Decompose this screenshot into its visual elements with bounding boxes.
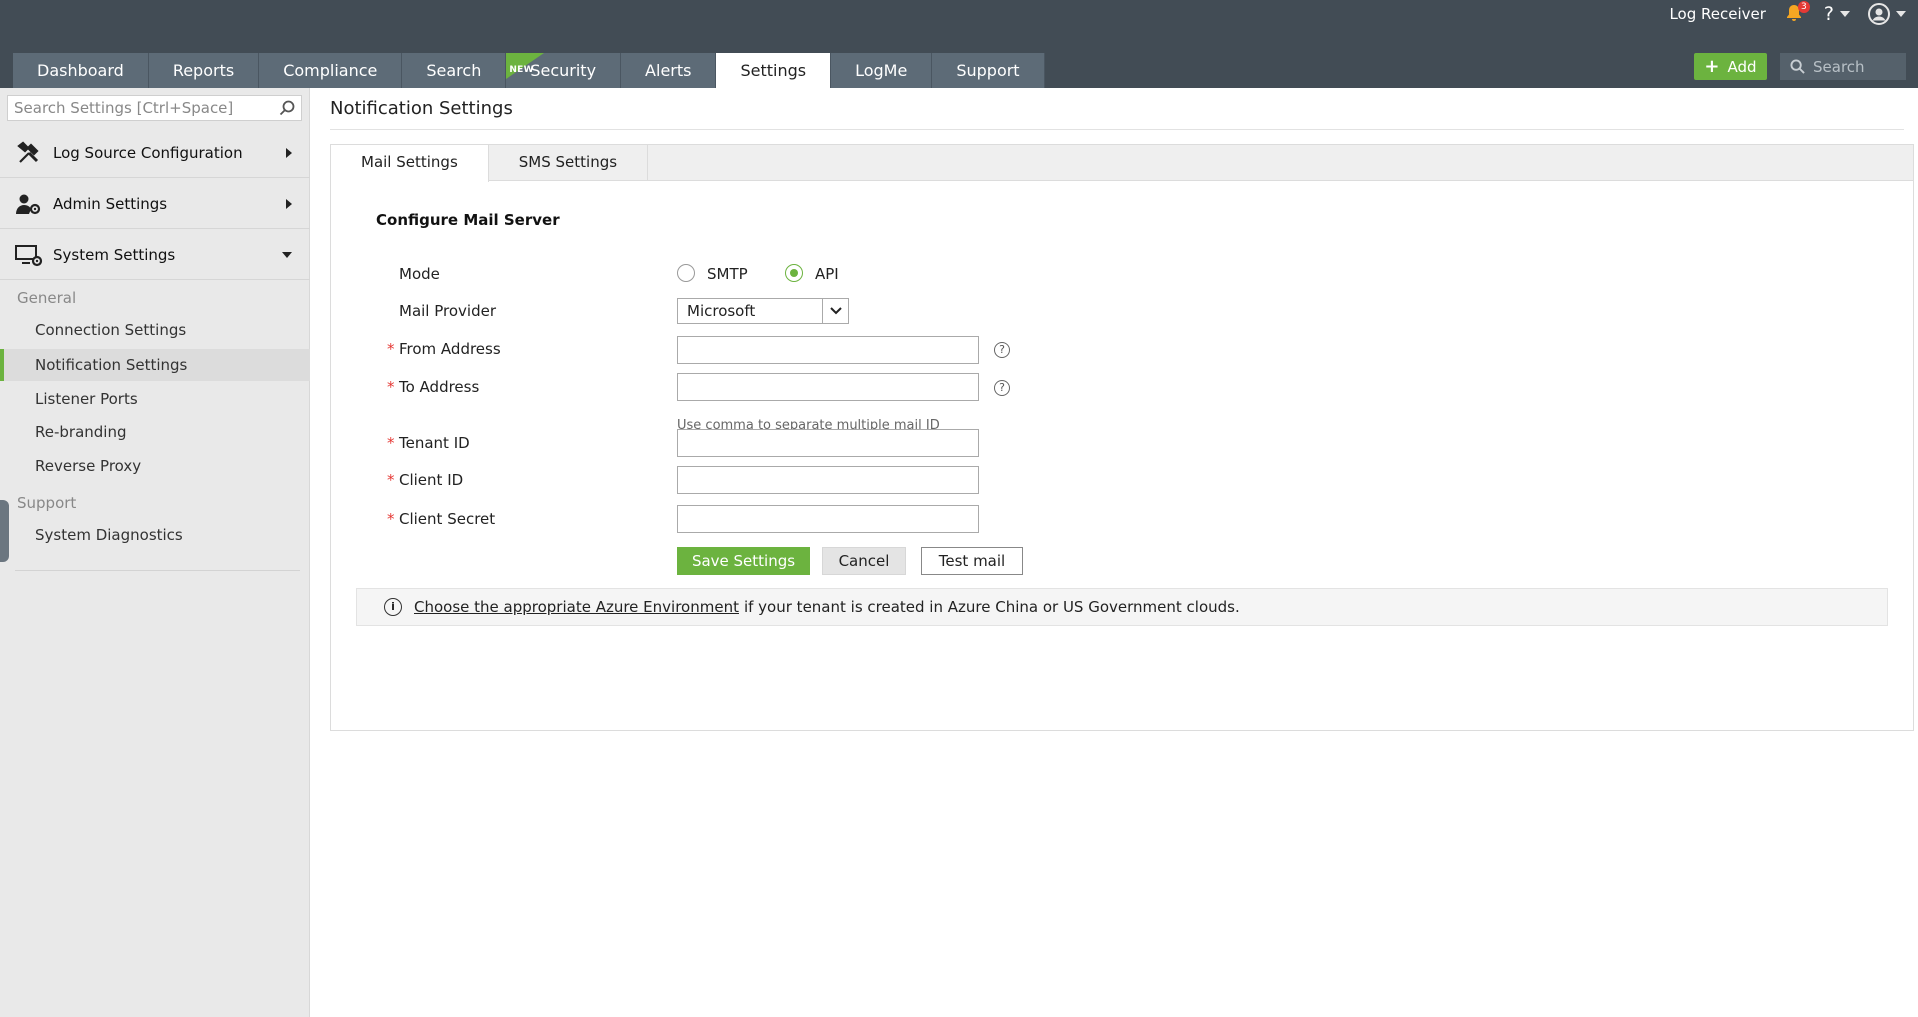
user-toolbar: Log Receiver 3 ?	[1669, 0, 1906, 28]
client-id-label: * Client ID	[387, 471, 464, 489]
chevron-down-icon	[1840, 11, 1850, 17]
question-circle-icon[interactable]: ?	[994, 342, 1010, 358]
sidebar-collapse-handle[interactable]	[0, 500, 9, 562]
global-search-placeholder: Search	[1813, 57, 1865, 76]
tab-compliance[interactable]: Compliance	[259, 53, 403, 88]
app-name-label[interactable]: Log Receiver	[1669, 5, 1765, 23]
client-id-input[interactable]	[677, 466, 979, 494]
info-text: if your tenant is created in Azure China…	[743, 598, 1240, 616]
add-button[interactable]: + Add	[1694, 53, 1767, 80]
tenant-id-input[interactable]	[677, 429, 979, 457]
chevron-right-icon	[286, 147, 292, 158]
sidebar-item-system-diagnostics[interactable]: System Diagnostics	[0, 519, 310, 551]
sidebar-item-reverse-proxy[interactable]: Reverse Proxy	[0, 450, 310, 482]
tab-support[interactable]: Support	[932, 53, 1045, 88]
help-icon: ?	[1823, 3, 1834, 25]
new-badge: NEW	[509, 65, 534, 75]
sidebar-item-listener-ports[interactable]: Listener Ports	[0, 383, 310, 415]
required-marker: *	[387, 378, 395, 396]
info-circle-icon: i	[384, 598, 402, 616]
notification-bell-icon[interactable]: 3	[1784, 1, 1810, 25]
question-circle-icon[interactable]: ?	[994, 380, 1010, 396]
test-mail-button[interactable]: Test mail	[921, 547, 1023, 575]
sidebar-item-connection-settings[interactable]: Connection Settings	[0, 314, 310, 346]
client-id-label-text: Client ID	[399, 471, 464, 489]
required-marker: *	[387, 471, 395, 489]
sidebar-section-label: System Settings	[53, 245, 176, 264]
sidebar-section-system-settings[interactable]: System Settings	[0, 230, 310, 280]
tab-reports[interactable]: Reports	[148, 53, 260, 88]
settings-subtabs: Mail Settings SMS Settings	[331, 145, 1913, 182]
tab-dashboard[interactable]: Dashboard	[13, 53, 149, 88]
required-marker: *	[387, 434, 395, 452]
from-address-label: * From Address	[387, 340, 501, 358]
mode-api-label[interactable]: API	[815, 265, 839, 283]
tab-logme[interactable]: LogMe	[831, 53, 933, 88]
tenant-id-label: * Tenant ID	[387, 434, 470, 452]
sidebar-section-admin-settings[interactable]: Admin Settings	[0, 179, 310, 229]
title-divider	[330, 129, 1904, 130]
configure-mail-server-heading: Configure Mail Server	[376, 211, 560, 229]
add-button-label: Add	[1727, 57, 1757, 76]
client-secret-label-text: Client Secret	[399, 510, 496, 528]
sidebar-section-label: Admin Settings	[53, 194, 168, 213]
chevron-right-icon	[286, 198, 292, 209]
settings-search-placeholder: Search Settings [Ctrl+Space]	[14, 99, 234, 117]
sidebar-group-general: General	[17, 289, 77, 307]
settings-sidebar: Search Settings [Ctrl+Space] Log Source …	[0, 88, 310, 1017]
sidebar-section-label: Log Source Configuration	[53, 143, 243, 162]
to-address-input[interactable]	[677, 373, 979, 401]
to-address-label-text: To Address	[399, 378, 480, 396]
mode-api-radio[interactable]	[785, 264, 803, 282]
mail-provider-value: Microsoft	[687, 302, 756, 320]
search-icon	[1790, 59, 1805, 74]
chevron-down-icon	[282, 251, 292, 258]
to-address-label: * To Address	[387, 378, 480, 396]
monitor-gear-icon	[15, 241, 43, 269]
azure-environment-link[interactable]: Choose the appropriate Azure Environment	[414, 598, 739, 616]
tab-security[interactable]: NEW Security	[506, 53, 622, 88]
client-secret-label: * Client Secret	[387, 510, 496, 528]
sidebar-group-support: Support	[17, 494, 77, 512]
profile-menu[interactable]	[1868, 3, 1906, 25]
user-avatar-icon	[1868, 3, 1890, 25]
client-secret-input[interactable]	[677, 505, 979, 533]
page-title: Notification Settings	[330, 98, 513, 119]
cancel-button[interactable]: Cancel	[822, 547, 906, 575]
chevron-down-icon	[822, 299, 848, 323]
help-menu[interactable]: ?	[1824, 3, 1850, 25]
tab-sms-settings[interactable]: SMS Settings	[489, 145, 649, 181]
notification-count-badge: 3	[1797, 1, 1810, 13]
required-marker: *	[387, 510, 395, 528]
sidebar-section-log-source-configuration[interactable]: Log Source Configuration	[0, 128, 310, 178]
tab-settings[interactable]: Settings	[716, 53, 832, 88]
azure-environment-info-bar: i Choose the appropriate Azure Environme…	[356, 588, 1888, 626]
tools-icon	[15, 139, 43, 167]
top-bar: Log Receiver 3 ? Dashboard Reports Compl…	[0, 0, 1918, 88]
search-icon[interactable]	[279, 100, 295, 116]
tenant-id-label-text: Tenant ID	[399, 434, 470, 452]
tab-mail-settings[interactable]: Mail Settings	[331, 145, 489, 182]
required-marker: *	[387, 340, 395, 358]
settings-search-input[interactable]: Search Settings [Ctrl+Space]	[7, 95, 302, 121]
mode-smtp-label[interactable]: SMTP	[707, 265, 748, 283]
sidebar-divider	[15, 570, 300, 571]
admin-user-gear-icon	[15, 190, 43, 218]
tab-search[interactable]: Search	[402, 53, 507, 88]
chevron-down-icon	[1896, 11, 1906, 17]
save-settings-button[interactable]: Save Settings	[677, 547, 810, 575]
sidebar-item-notification-settings[interactable]: Notification Settings	[0, 349, 310, 381]
notification-settings-panel: Mail Settings SMS Settings Configure Mai…	[330, 144, 1914, 731]
mode-label: Mode	[399, 265, 440, 283]
global-search-input[interactable]: Search	[1780, 53, 1906, 80]
mail-provider-select[interactable]: Microsoft	[677, 298, 849, 324]
sidebar-item-re-branding[interactable]: Re-branding	[0, 416, 310, 448]
plus-icon: +	[1704, 56, 1720, 77]
mail-provider-label: Mail Provider	[399, 302, 496, 320]
main-navigation-tabs: Dashboard Reports Compliance Search NEW …	[13, 53, 1045, 88]
from-address-input[interactable]	[677, 336, 979, 364]
tab-alerts[interactable]: Alerts	[621, 53, 717, 88]
from-address-label-text: From Address	[399, 340, 501, 358]
mode-smtp-radio[interactable]	[677, 264, 695, 282]
